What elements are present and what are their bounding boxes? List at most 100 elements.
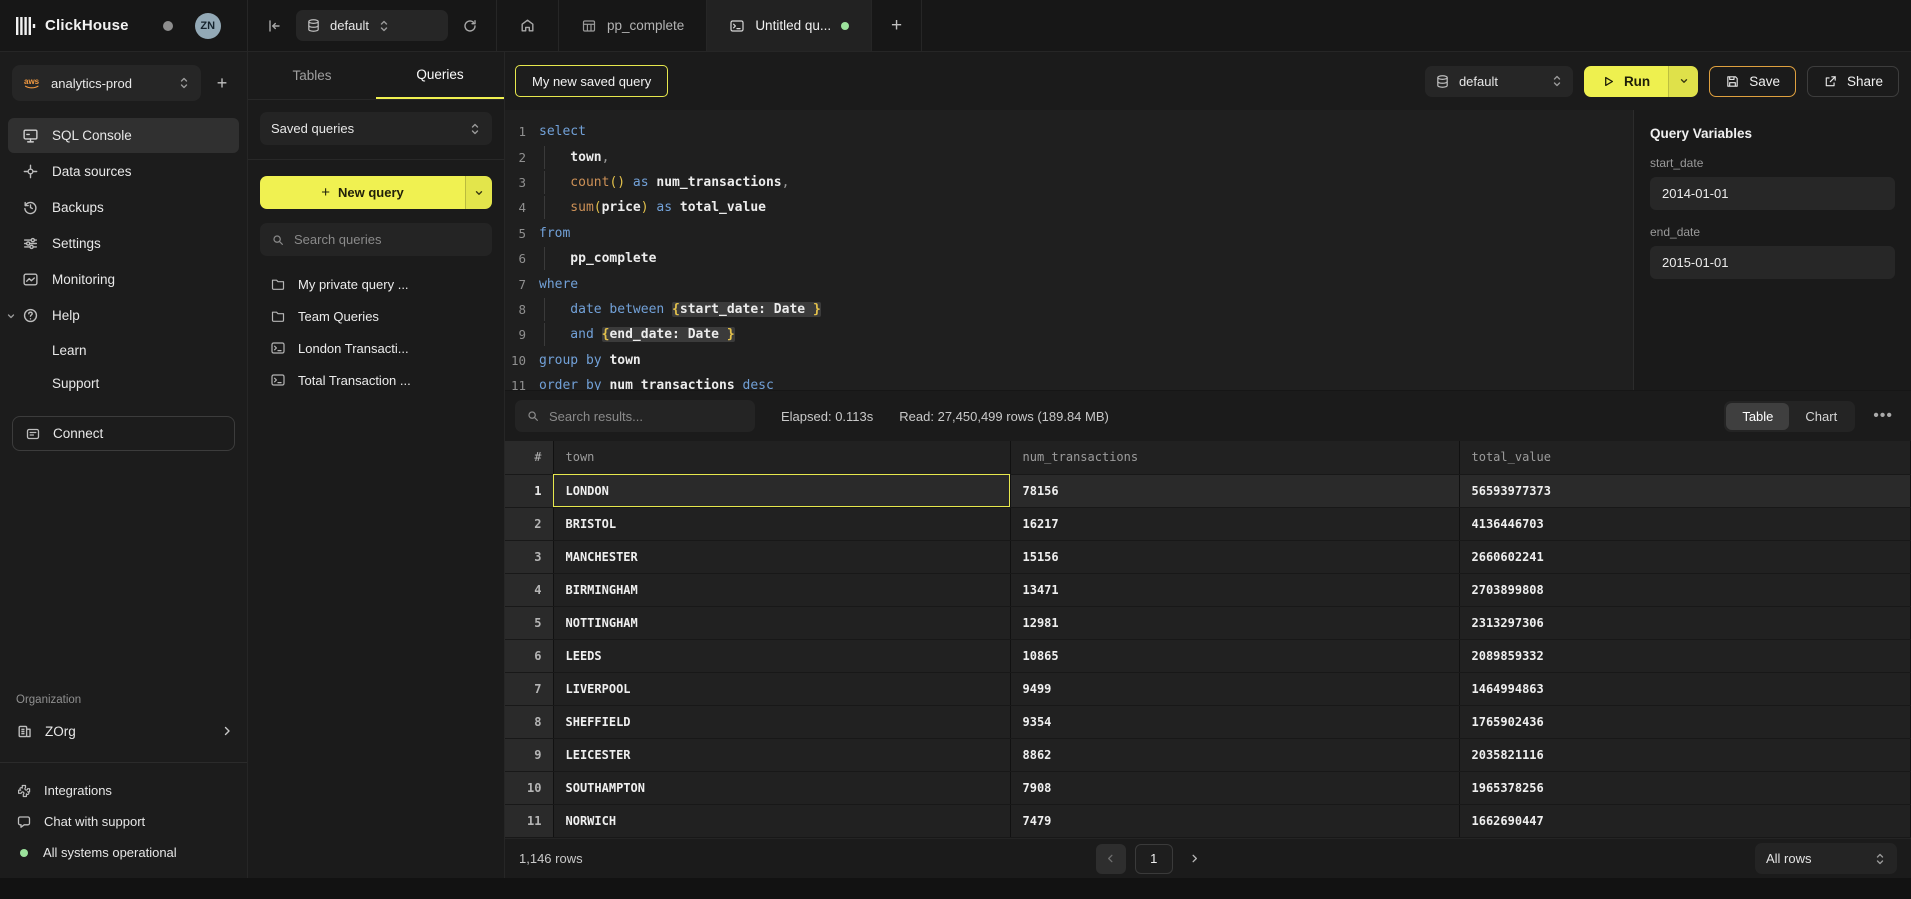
cell-num[interactable]: 7908 xyxy=(1010,771,1459,804)
cell-town[interactable]: BRISTOL xyxy=(553,507,1010,540)
search-queries-input[interactable] xyxy=(294,232,481,247)
share-button[interactable]: Share xyxy=(1807,66,1899,97)
saved-queries-select[interactable]: Saved queries xyxy=(260,112,492,145)
next-page-button[interactable] xyxy=(1182,844,1208,874)
saved-query-tab[interactable]: My new saved query xyxy=(515,65,668,97)
cell-num[interactable]: 7479 xyxy=(1010,804,1459,837)
table-header-row: # town num_transactions total_value xyxy=(505,441,1911,474)
row-index: 11 xyxy=(505,804,553,837)
tab-queries[interactable]: Queries xyxy=(376,52,504,99)
new-tab-button[interactable]: + xyxy=(872,0,922,51)
column-header-total-value[interactable]: total_value xyxy=(1459,441,1911,474)
sidebar-item-learn[interactable]: Learn xyxy=(0,334,247,367)
sidebar-item-help[interactable]: Help xyxy=(8,298,239,333)
system-status[interactable]: All systems operational xyxy=(0,837,247,868)
cell-num[interactable]: 9354 xyxy=(1010,705,1459,738)
query-list-item[interactable]: My private query ... xyxy=(248,268,504,300)
cell-val[interactable]: 2089859332 xyxy=(1459,639,1911,672)
more-options-icon[interactable]: ••• xyxy=(1869,407,1897,425)
table-row: 8SHEFFIELD93541765902436 xyxy=(505,705,1911,738)
column-header-town[interactable]: town xyxy=(553,441,1010,474)
cell-num[interactable]: 15156 xyxy=(1010,540,1459,573)
tab-untitled-query[interactable]: Untitled qu... xyxy=(707,0,872,51)
page-number[interactable]: 1 xyxy=(1135,844,1173,874)
sidebar-item-backups[interactable]: Backups xyxy=(8,190,239,225)
search-results-box[interactable] xyxy=(515,400,755,432)
cell-num[interactable]: 78156 xyxy=(1010,474,1459,507)
page-size-select[interactable]: All rows xyxy=(1755,843,1897,874)
search-queries-box[interactable] xyxy=(260,223,492,256)
view-table-button[interactable]: Table xyxy=(1726,403,1789,430)
cell-num[interactable]: 8862 xyxy=(1010,738,1459,771)
refresh-icon[interactable] xyxy=(462,18,478,34)
organization-name: ZOrg xyxy=(45,724,76,739)
cell-val[interactable]: 56593977373 xyxy=(1459,474,1911,507)
user-avatar[interactable]: ZN xyxy=(195,13,221,39)
cell-val[interactable]: 2703899808 xyxy=(1459,573,1911,606)
add-workspace-button[interactable]: + xyxy=(209,73,235,94)
sidebar-item-support[interactable]: Support xyxy=(0,367,247,400)
home-button[interactable] xyxy=(497,0,559,51)
cell-town[interactable]: LIVERPOOL xyxy=(553,672,1010,705)
save-button[interactable]: Save xyxy=(1709,66,1796,97)
cell-town[interactable]: NOTTINGHAM xyxy=(553,606,1010,639)
variable-label: end_date xyxy=(1650,225,1895,239)
cell-val[interactable]: 2035821116 xyxy=(1459,738,1911,771)
code-line: sum(price) as total_value xyxy=(539,200,766,215)
run-options-caret[interactable] xyxy=(1668,66,1698,97)
query-list-item[interactable]: London Transacti... xyxy=(248,332,504,364)
search-results-input[interactable] xyxy=(549,409,744,424)
query-list-item[interactable]: Total Transaction ... xyxy=(248,364,504,396)
cell-num[interactable]: 10865 xyxy=(1010,639,1459,672)
collapse-sidebar-icon[interactable] xyxy=(266,18,282,34)
cell-val[interactable]: 1965378256 xyxy=(1459,771,1911,804)
notification-dot[interactable] xyxy=(163,21,173,31)
connect-button[interactable]: Connect xyxy=(12,416,235,451)
query-list-item[interactable]: Team Queries xyxy=(248,300,504,332)
sidebar-item-sql-console[interactable]: SQL Console xyxy=(8,118,239,153)
prev-page-button[interactable] xyxy=(1096,844,1126,874)
cell-num[interactable]: 16217 xyxy=(1010,507,1459,540)
cell-town[interactable]: BIRMINGHAM xyxy=(553,573,1010,606)
new-query-button[interactable]: + New query xyxy=(260,176,492,209)
cell-town-selected[interactable]: LONDON xyxy=(553,474,1010,507)
cell-num[interactable]: 9499 xyxy=(1010,672,1459,705)
cell-num[interactable]: 12981 xyxy=(1010,606,1459,639)
cell-town[interactable]: NORWICH xyxy=(553,804,1010,837)
workspace-select[interactable]: aws analytics-prod xyxy=(12,65,201,101)
run-button[interactable]: Run xyxy=(1584,66,1698,97)
cell-val[interactable]: 1662690447 xyxy=(1459,804,1911,837)
cell-town[interactable]: MANCHESTER xyxy=(553,540,1010,573)
sql-editor[interactable]: 1select 2town, 3count() as num_transacti… xyxy=(505,110,1633,390)
sidebar-item-settings[interactable]: Settings xyxy=(8,226,239,261)
cell-val[interactable]: 2313297306 xyxy=(1459,606,1911,639)
cell-town[interactable]: LEEDS xyxy=(553,639,1010,672)
tab-tables[interactable]: Tables xyxy=(248,52,376,99)
row-index: 10 xyxy=(505,771,553,804)
run-database-select[interactable]: default xyxy=(1425,66,1573,97)
sidebar-item-chat-support[interactable]: Chat with support xyxy=(0,806,247,837)
start-date-input[interactable] xyxy=(1650,177,1895,210)
cell-val[interactable]: 1765902436 xyxy=(1459,705,1911,738)
sidebar-item-integrations[interactable]: Integrations xyxy=(0,775,247,806)
column-header-num-transactions[interactable]: num_transactions xyxy=(1010,441,1459,474)
cell-val[interactable]: 2660602241 xyxy=(1459,540,1911,573)
line-number: 4 xyxy=(505,200,539,215)
tab-pp-complete[interactable]: pp_complete xyxy=(559,0,707,51)
cell-town[interactable]: SHEFFIELD xyxy=(553,705,1010,738)
topbar-database-select[interactable]: default xyxy=(296,10,448,41)
cell-town[interactable]: LEICESTER xyxy=(553,738,1010,771)
view-chart-button[interactable]: Chart xyxy=(1789,403,1853,430)
query-list-label: London Transacti... xyxy=(298,341,409,356)
save-icon xyxy=(1725,74,1740,89)
new-query-caret[interactable] xyxy=(465,176,492,209)
cell-town[interactable]: SOUTHAMPTON xyxy=(553,771,1010,804)
cell-val[interactable]: 4136446703 xyxy=(1459,507,1911,540)
organization-item[interactable]: ZOrg xyxy=(0,714,247,748)
chevron-updown-icon xyxy=(1551,74,1563,88)
sidebar-item-monitoring[interactable]: Monitoring xyxy=(8,262,239,297)
cell-num[interactable]: 13471 xyxy=(1010,573,1459,606)
end-date-input[interactable] xyxy=(1650,246,1895,279)
cell-val[interactable]: 1464994863 xyxy=(1459,672,1911,705)
sidebar-item-data-sources[interactable]: Data sources xyxy=(8,154,239,189)
